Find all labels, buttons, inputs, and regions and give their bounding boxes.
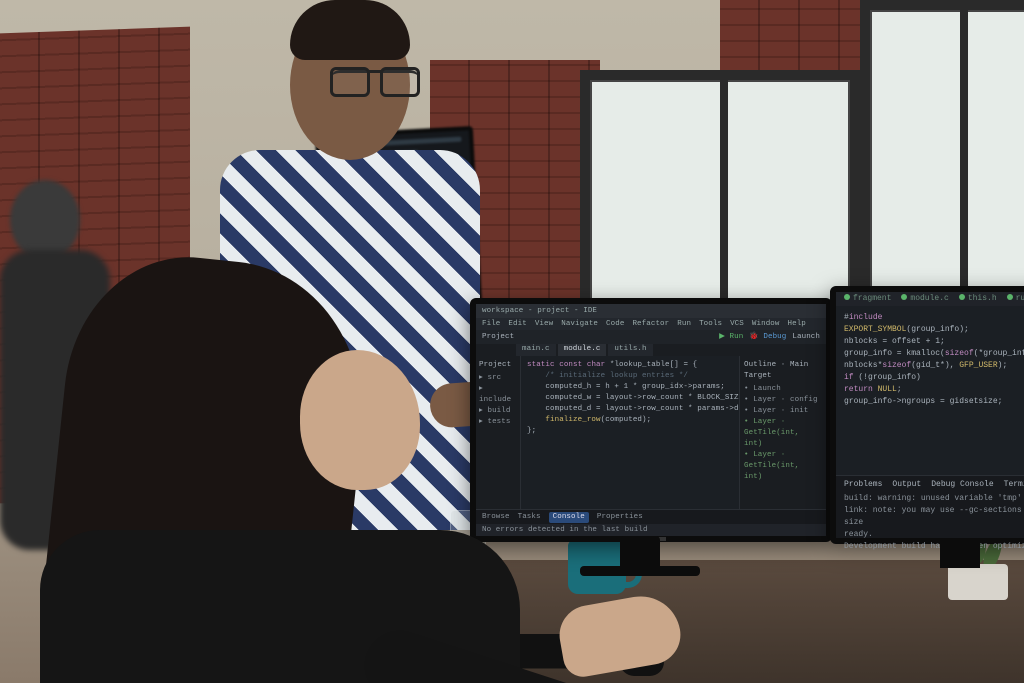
outline-header: Outline · Main Target [744,360,822,382]
bottom-tab-properties[interactable]: Properties [597,512,643,523]
ide-toolbar[interactable]: Project ▶ Run 🐞 Debug Launch [476,330,826,344]
tab-this-h[interactable]: this.h [959,293,997,305]
bottom-tab-console[interactable]: Console [549,512,589,523]
editor-window: fragment module.c this.h runtime.c #include… [836,292,1024,538]
ide-menubar[interactable]: FileEditViewNavigateCodeRefactorRunTools… [476,318,826,330]
tab-runtime-c[interactable]: runtime.c [1007,293,1024,305]
outline-item[interactable]: • Layer · config [744,395,822,406]
bottom-tab-tasks[interactable]: Tasks [518,512,541,523]
menu-window[interactable]: Window [752,319,780,330]
status-bar: No errors detected in the last build [476,524,826,536]
code-line[interactable]: static const char *lookup_table[] = { [527,360,733,371]
tab-module-c[interactable]: module.c [558,344,607,356]
console-tab-terminal[interactable]: Terminal [1004,479,1024,491]
code-line[interactable]: computed_d = layout->row_count * params-… [527,404,733,415]
editor-tabs[interactable]: main.cmodule.cutils.h [476,344,826,356]
menu-view[interactable]: View [535,319,553,330]
code-line[interactable]: group_info->ngroups = gidsetsize; [844,396,1024,408]
bottom-panel-tabs[interactable]: BrowseTasksConsoleProperties [476,509,826,524]
menu-navigate[interactable]: Navigate [561,319,598,330]
console-tab-debug-console[interactable]: Debug Console [931,479,993,491]
outline-item[interactable]: • Layer · GetTile(int, int) [744,450,822,483]
run-button[interactable]: ▶ Run [719,332,743,343]
photo-scene: workspace - project - IDE FileEditViewNa… [0,0,1024,683]
seated-person [0,230,520,683]
console-line: Development build has not been optimized… [844,541,1024,553]
console-line: build: warning: unused variable 'tmp' [844,493,1024,505]
console-line: link: note: you may use --gc-sections to… [844,505,1024,529]
tab-fragment[interactable]: fragment [844,293,891,305]
console-line: ready. [844,529,1024,541]
secondary-monitor: fragment module.c this.h runtime.c #include… [830,286,1024,544]
outline-item[interactable]: • Layer · init [744,406,822,417]
code-line[interactable]: EXPORT_SYMBOL(group_info); [844,324,1024,336]
menu-code[interactable]: Code [606,319,624,330]
debug-button[interactable]: 🐞 Debug [749,332,786,343]
window [860,0,1024,300]
console-panel[interactable]: Problems Output Debug Console Terminal buil… [836,475,1024,538]
code-line[interactable]: return NULL; [844,384,1024,396]
tab-main-c[interactable]: main.c [516,344,556,356]
code-line[interactable]: computed_h = h + 1 * group_idx->params; [527,382,733,393]
monitor-stand [940,538,980,568]
code-line[interactable]: if (!group_info) [844,372,1024,384]
glasses-icon [330,70,420,93]
outline-item[interactable]: • Layer · GetTile(int, int) [744,417,822,450]
ide-window: workspace - project - IDE FileEditViewNa… [476,304,826,536]
code-line[interactable]: /* initialize lookup entries */ [527,371,733,382]
console-tabs[interactable]: Problems Output Debug Console Terminal [844,479,1024,491]
code-line[interactable]: finalize_row(computed); [527,415,733,426]
menu-run[interactable]: Run [677,319,691,330]
code-line[interactable]: group_info = kmalloc(sizeof(*group_info)… [844,348,1024,372]
editor-tabs[interactable]: fragment module.c this.h runtime.c [836,292,1024,306]
code-editor[interactable]: static const char *lookup_table[] = { /*… [521,356,739,510]
console-tab-problems[interactable]: Problems [844,479,882,491]
code-line[interactable]: #include [844,312,1024,324]
outline-panel[interactable]: Outline · Main Target • Launch• Layer · … [739,356,826,510]
code-editor[interactable]: #include EXPORT_SYMBOL(group_info);nbloc… [836,306,1024,414]
menu-vcs[interactable]: VCS [730,319,744,330]
console-tab-output[interactable]: Output [892,479,921,491]
menu-refactor[interactable]: Refactor [632,319,669,330]
code-line[interactable]: computed_w = layout->row_count * BLOCK_S… [527,393,733,404]
tab-utils-h[interactable]: utils.h [608,344,652,356]
outline-item[interactable]: • Launch [744,384,822,395]
launch-button[interactable]: Launch [792,332,820,343]
menu-tools[interactable]: Tools [699,319,722,330]
menu-help[interactable]: Help [788,319,806,330]
code-line[interactable]: nblocks = offset + 1; [844,336,1024,348]
primary-monitor: workspace - project - IDE FileEditViewNa… [470,298,832,542]
code-line[interactable]: }; [527,426,733,437]
ide-titlebar: workspace - project - IDE [476,304,826,318]
monitor-stand [620,536,660,570]
tab-module-c[interactable]: module.c [901,293,948,305]
monitor-stand [580,566,700,576]
